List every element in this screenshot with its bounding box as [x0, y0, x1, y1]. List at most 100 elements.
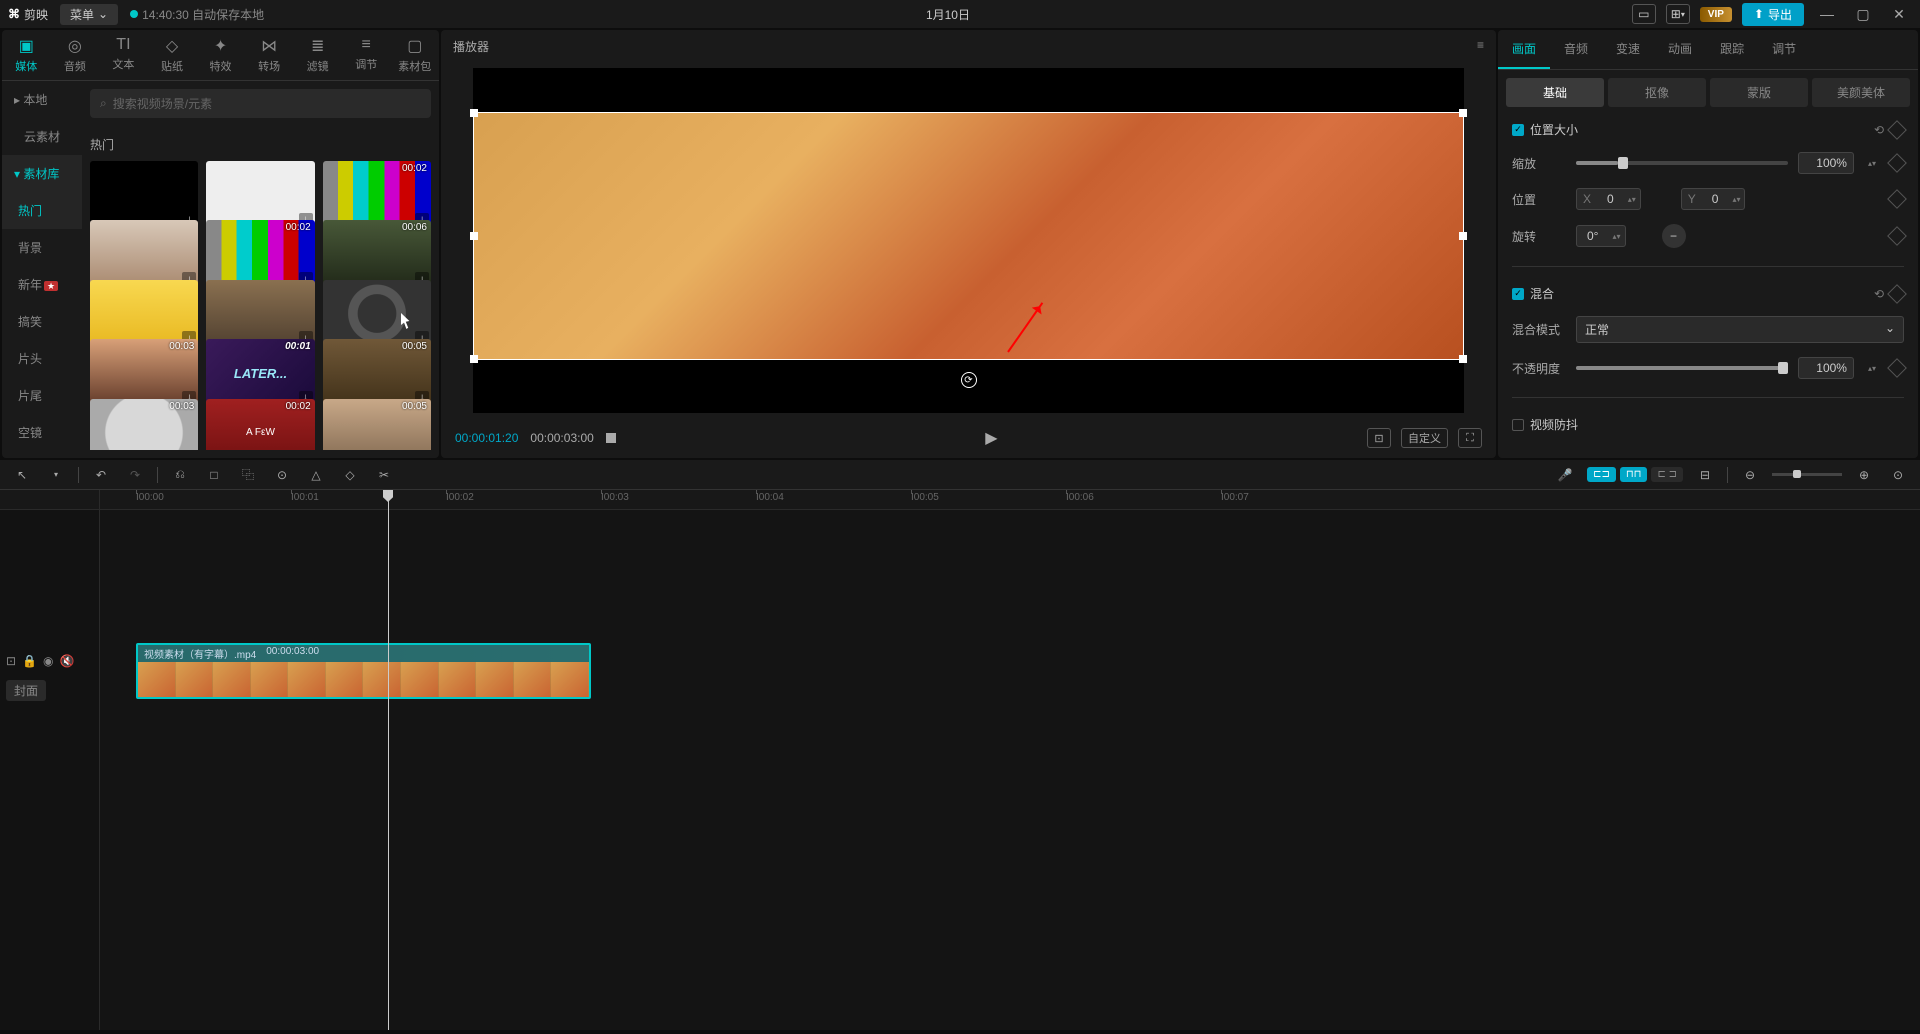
tool-dropdown[interactable]: ▾ — [44, 463, 68, 487]
focus-icon[interactable]: ⊡ — [1367, 428, 1391, 448]
sub-tab-基础[interactable]: 基础 — [1506, 78, 1604, 107]
zoom-out-button[interactable]: ⊖ — [1738, 463, 1762, 487]
mirror-tool[interactable]: △ — [304, 463, 328, 487]
player-stage[interactable]: ⟳ — [441, 63, 1496, 418]
keyframe-icon[interactable] — [1887, 153, 1907, 173]
category-搞笑[interactable]: 搞笑 — [2, 303, 82, 340]
align-tool[interactable]: ⊟ — [1693, 463, 1717, 487]
inspector-tab-画面[interactable]: 画面 — [1498, 30, 1550, 69]
reset-icon[interactable]: ⟲ — [1874, 123, 1884, 137]
inspector-tab-动画[interactable]: 动画 — [1654, 30, 1706, 69]
tool-tab-文本[interactable]: TI文本 — [99, 30, 148, 80]
cover-button[interactable]: 封面 — [6, 680, 46, 701]
keyframe-icon[interactable] — [1887, 226, 1907, 246]
split-tool[interactable]: ⎌ — [168, 463, 192, 487]
pointer-tool[interactable]: ↖ — [10, 463, 34, 487]
reset-icon[interactable]: ⟲ — [1874, 287, 1884, 301]
media-thumbnail[interactable]: 00:03↓ — [90, 399, 198, 450]
category-热门[interactable]: 热门 — [2, 192, 82, 229]
resize-handle[interactable] — [470, 232, 478, 240]
tool-tab-媒体[interactable]: ▣媒体 — [2, 30, 51, 80]
fit-button[interactable]: ⊙ — [1886, 463, 1910, 487]
category-空镜[interactable]: 空镜 — [2, 414, 82, 451]
opacity-value[interactable]: 100% — [1798, 357, 1854, 379]
blend-check[interactable]: ✓ 混合 — [1512, 285, 1554, 302]
tool-tab-调节[interactable]: ≡调节 — [342, 30, 391, 80]
keyframe-icon[interactable] — [1887, 120, 1907, 140]
keyframe-icon[interactable] — [1887, 358, 1907, 378]
media-thumbnail[interactable]: A FεW00:02↓ — [206, 399, 314, 450]
scale-value[interactable]: 100% — [1798, 152, 1854, 174]
pos-size-check[interactable]: ✓ 位置大小 — [1512, 121, 1578, 138]
fullscreen-icon[interactable]: ⛶ — [1458, 428, 1482, 448]
settings-icon[interactable]: ⊡ — [6, 654, 16, 668]
sidebar-item-library[interactable]: ▾ 素材库 — [2, 155, 82, 192]
tool-tab-音频[interactable]: ◎音频 — [51, 30, 100, 80]
scale-slider[interactable] — [1576, 161, 1788, 165]
export-button[interactable]: ⬆ 导出 — [1742, 3, 1804, 26]
mic-icon[interactable]: 🎤 — [1553, 463, 1577, 487]
tool-tab-转场[interactable]: ⋈转场 — [245, 30, 294, 80]
category-片头[interactable]: 片头 — [2, 340, 82, 377]
tool-tab-滤镜[interactable]: ≣滤镜 — [293, 30, 342, 80]
stabilize-check[interactable]: 视频防抖 — [1512, 416, 1904, 433]
sub-tab-抠像[interactable]: 抠像 — [1608, 78, 1706, 107]
sub-tab-蒙版[interactable]: 蒙版 — [1710, 78, 1808, 107]
media-thumbnail[interactable]: LATER...00:01↓ — [206, 339, 314, 407]
media-thumbnail[interactable]: 00:05↓ — [323, 339, 431, 407]
media-thumbnail[interactable]: ↓ — [323, 280, 431, 348]
undo-button[interactable]: ↶ — [89, 463, 113, 487]
category-片尾[interactable]: 片尾 — [2, 377, 82, 414]
resize-handle[interactable] — [470, 109, 478, 117]
resize-handle[interactable] — [470, 355, 478, 363]
mute-icon[interactable]: 🔇 — [60, 654, 75, 668]
opacity-slider[interactable] — [1576, 366, 1788, 370]
resize-handle[interactable] — [1459, 355, 1467, 363]
media-thumbnail[interactable]: 00:02↓ — [206, 220, 314, 288]
rotate-tool[interactable]: ◇ — [338, 463, 362, 487]
magnet-link[interactable]: ⊓⊓ — [1620, 467, 1648, 482]
stepper-icon[interactable]: ▴▾ — [1864, 159, 1880, 168]
sidebar-item-cloud[interactable]: 云素材 — [2, 118, 82, 155]
media-thumbnail[interactable]: 00:06↓ — [323, 220, 431, 288]
lock-icon[interactable]: 🔒 — [22, 654, 37, 668]
sidebar-item-local[interactable]: ▸ 本地 — [2, 81, 82, 118]
pos-y-input[interactable]: Y 0 ▴▾ — [1681, 188, 1746, 210]
tool-tab-素材包[interactable]: ▢素材包 — [391, 30, 440, 80]
maximize-button[interactable]: ▢ — [1850, 4, 1876, 24]
media-thumbnail[interactable]: 00:03↓ — [90, 339, 198, 407]
media-thumbnail[interactable]: ↓ — [90, 280, 198, 348]
media-thumbnail[interactable]: ↓ — [206, 280, 314, 348]
resize-handle[interactable] — [1459, 232, 1467, 240]
zoom-in-button[interactable]: ⊕ — [1852, 463, 1876, 487]
stepper-icon[interactable]: ▴▾ — [1864, 364, 1880, 373]
tool-tab-贴纸[interactable]: ◇贴纸 — [148, 30, 197, 80]
media-thumbnail[interactable]: ↓ — [90, 220, 198, 288]
track-area[interactable]: 视频素材（有字幕）.mp4 00:00:03:00 — [100, 510, 1920, 1030]
display-button[interactable]: ⊞ ▾ — [1666, 4, 1690, 24]
rotation-reset-button[interactable]: − — [1662, 224, 1686, 248]
redo-button[interactable]: ↷ — [123, 463, 147, 487]
inspector-tab-音频[interactable]: 音频 — [1550, 30, 1602, 69]
keyframe-icon[interactable] — [1887, 189, 1907, 209]
category-新年[interactable]: 新年★ — [2, 266, 82, 303]
media-thumbnail[interactable]: ↓ — [90, 161, 198, 229]
speed-tool[interactable]: ⊙ — [270, 463, 294, 487]
marker-icon[interactable] — [606, 433, 616, 443]
media-thumbnail[interactable]: 00:05↓ — [323, 399, 431, 450]
media-thumbnail[interactable]: ↓ — [206, 161, 314, 229]
sub-tab-美颜美体[interactable]: 美颜美体 — [1812, 78, 1910, 107]
ratio-button[interactable]: 自定义 — [1401, 428, 1448, 448]
magnet-off[interactable]: ⊏ ⊐ — [1651, 467, 1683, 482]
vip-badge[interactable]: VIP — [1700, 7, 1732, 22]
media-thumbnail[interactable]: 00:02↓ — [323, 161, 431, 229]
video-selection-frame[interactable] — [473, 112, 1464, 360]
delete-tool[interactable]: □ — [202, 463, 226, 487]
blend-mode-select[interactable]: 正常⌄ — [1576, 316, 1904, 343]
minimize-button[interactable]: — — [1814, 4, 1840, 24]
tool-tab-特效[interactable]: ✦特效 — [196, 30, 245, 80]
category-背景[interactable]: 背景 — [2, 229, 82, 266]
category-情绪爆梗[interactable]: 情绪爆梗 — [2, 451, 82, 458]
zoom-slider[interactable] — [1772, 473, 1842, 476]
magnet-on[interactable]: ⊏⊐ — [1587, 467, 1616, 482]
